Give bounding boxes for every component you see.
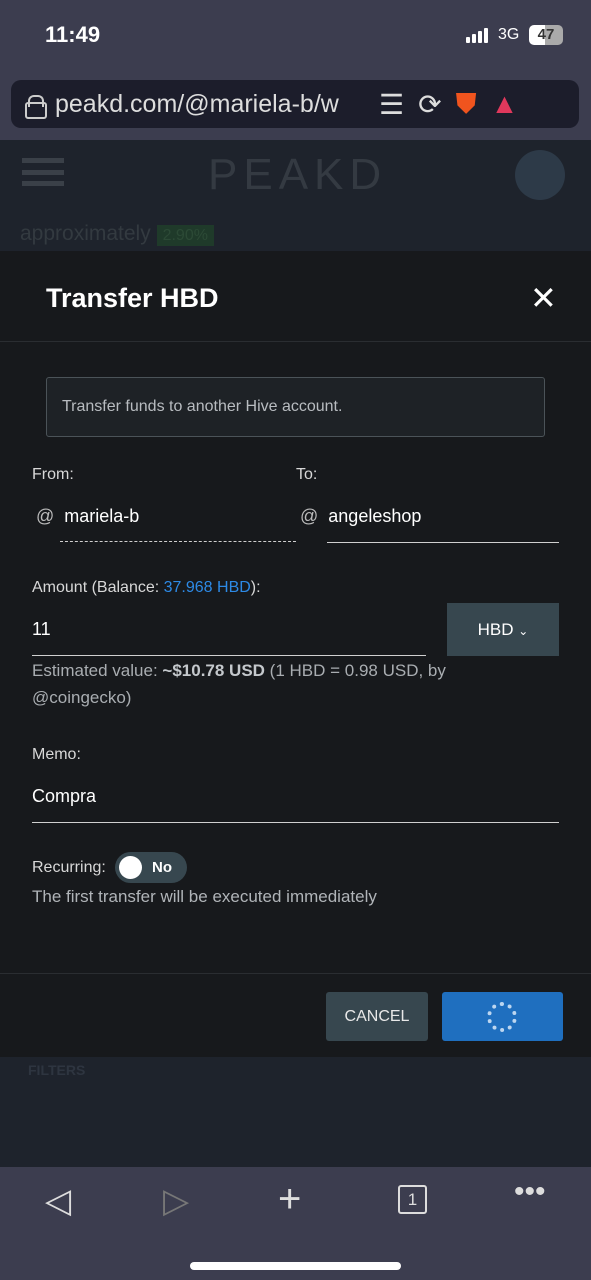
recurring-label: Recurring: xyxy=(32,859,106,876)
battery-icon: 47 xyxy=(529,25,563,45)
modal-header: Transfer HBD ✕ xyxy=(0,251,591,342)
network-type: 3G xyxy=(498,26,520,43)
lock-icon xyxy=(25,95,47,119)
more-icon[interactable]: ••• xyxy=(514,1175,546,1209)
clock: 11:49 xyxy=(45,22,101,47)
currency-select[interactable]: HBD ⌄ xyxy=(447,603,559,656)
address-bar[interactable]: peakd.com/@mariela-b/w ☰ ⟳ ⛊ ▲ xyxy=(11,80,579,128)
brave-shield-icon[interactable]: ⛊ xyxy=(456,88,477,121)
cancel-button[interactable]: CANCEL xyxy=(326,992,428,1041)
submit-button[interactable] xyxy=(442,992,563,1041)
est-prefix: Estimated value: xyxy=(32,661,163,680)
amount-label-suffix: ): xyxy=(250,579,261,596)
forward-icon[interactable]: ▷ xyxy=(163,1181,189,1221)
home-indicator xyxy=(190,1262,401,1270)
to-label: To: xyxy=(296,466,318,483)
loading-spinner-icon xyxy=(487,1002,517,1032)
tabs-button[interactable]: 1 xyxy=(398,1185,427,1214)
new-tab-icon[interactable]: + xyxy=(278,1177,301,1222)
amount-underline xyxy=(32,655,426,656)
estimated-value: Estimated value: ~$10.78 USD (1 HBD = 0.… xyxy=(32,657,502,711)
at-icon: @ xyxy=(36,506,55,526)
status-bar: 11:49 3G 47 xyxy=(0,0,591,75)
toggle-label: No xyxy=(152,859,172,876)
from-label: From: xyxy=(32,466,74,483)
memo-input[interactable]: Compra xyxy=(32,786,96,807)
reload-icon[interactable]: ⟳ xyxy=(418,88,441,121)
url-text[interactable]: peakd.com/@mariela-b/w xyxy=(55,90,365,119)
amount-input[interactable]: 11 xyxy=(32,619,51,640)
toggle-knob xyxy=(119,856,142,879)
close-icon[interactable]: ✕ xyxy=(530,279,557,317)
balance-link[interactable]: 37.968 HBD xyxy=(164,579,251,596)
menu-icon xyxy=(22,158,64,186)
from-value: mariela-b xyxy=(64,506,140,526)
modal-title: Transfer HBD xyxy=(46,283,219,313)
from-field: @ mariela-b xyxy=(36,506,139,527)
back-icon[interactable]: ◁ xyxy=(45,1181,71,1221)
to-underline xyxy=(327,542,559,543)
to-field[interactable]: @ angeleshop xyxy=(300,506,421,527)
browser-bottom-bar: ◁ ▷ + 1 ••• xyxy=(0,1167,591,1280)
amount-label: Amount (Balance: 37.968 HBD): xyxy=(32,579,261,597)
at-icon: @ xyxy=(300,506,319,526)
modal-footer-divider xyxy=(0,973,591,974)
transfer-modal: Transfer HBD ✕ Transfer funds to another… xyxy=(0,251,591,1057)
recurring-toggle[interactable]: No xyxy=(115,852,187,883)
info-box: Transfer funds to another Hive account. xyxy=(46,377,545,437)
memo-underline xyxy=(32,822,559,823)
recurring-note: The first transfer will be executed imme… xyxy=(32,887,377,906)
approx-label: approximately xyxy=(20,222,151,245)
approx-text: approximately 2.90% xyxy=(20,222,214,246)
chevron-down-icon: ⌄ xyxy=(518,624,529,638)
reader-icon[interactable]: ☰ xyxy=(379,88,404,121)
avatar xyxy=(515,150,565,200)
approx-value: 2.90% xyxy=(156,225,214,246)
peakd-logo: PEAKD xyxy=(208,150,388,199)
to-value[interactable]: angeleshop xyxy=(328,506,421,526)
bat-rewards-icon[interactable]: ▲ xyxy=(491,88,519,120)
amount-label-prefix: Amount (Balance: xyxy=(32,579,164,596)
from-underline xyxy=(60,541,296,542)
signal-icon xyxy=(466,28,488,43)
filters-label: FILTERS xyxy=(28,1062,86,1078)
memo-label: Memo: xyxy=(32,746,81,763)
est-amount: ~$10.78 USD xyxy=(162,661,265,680)
currency-value: HBD xyxy=(477,620,514,639)
